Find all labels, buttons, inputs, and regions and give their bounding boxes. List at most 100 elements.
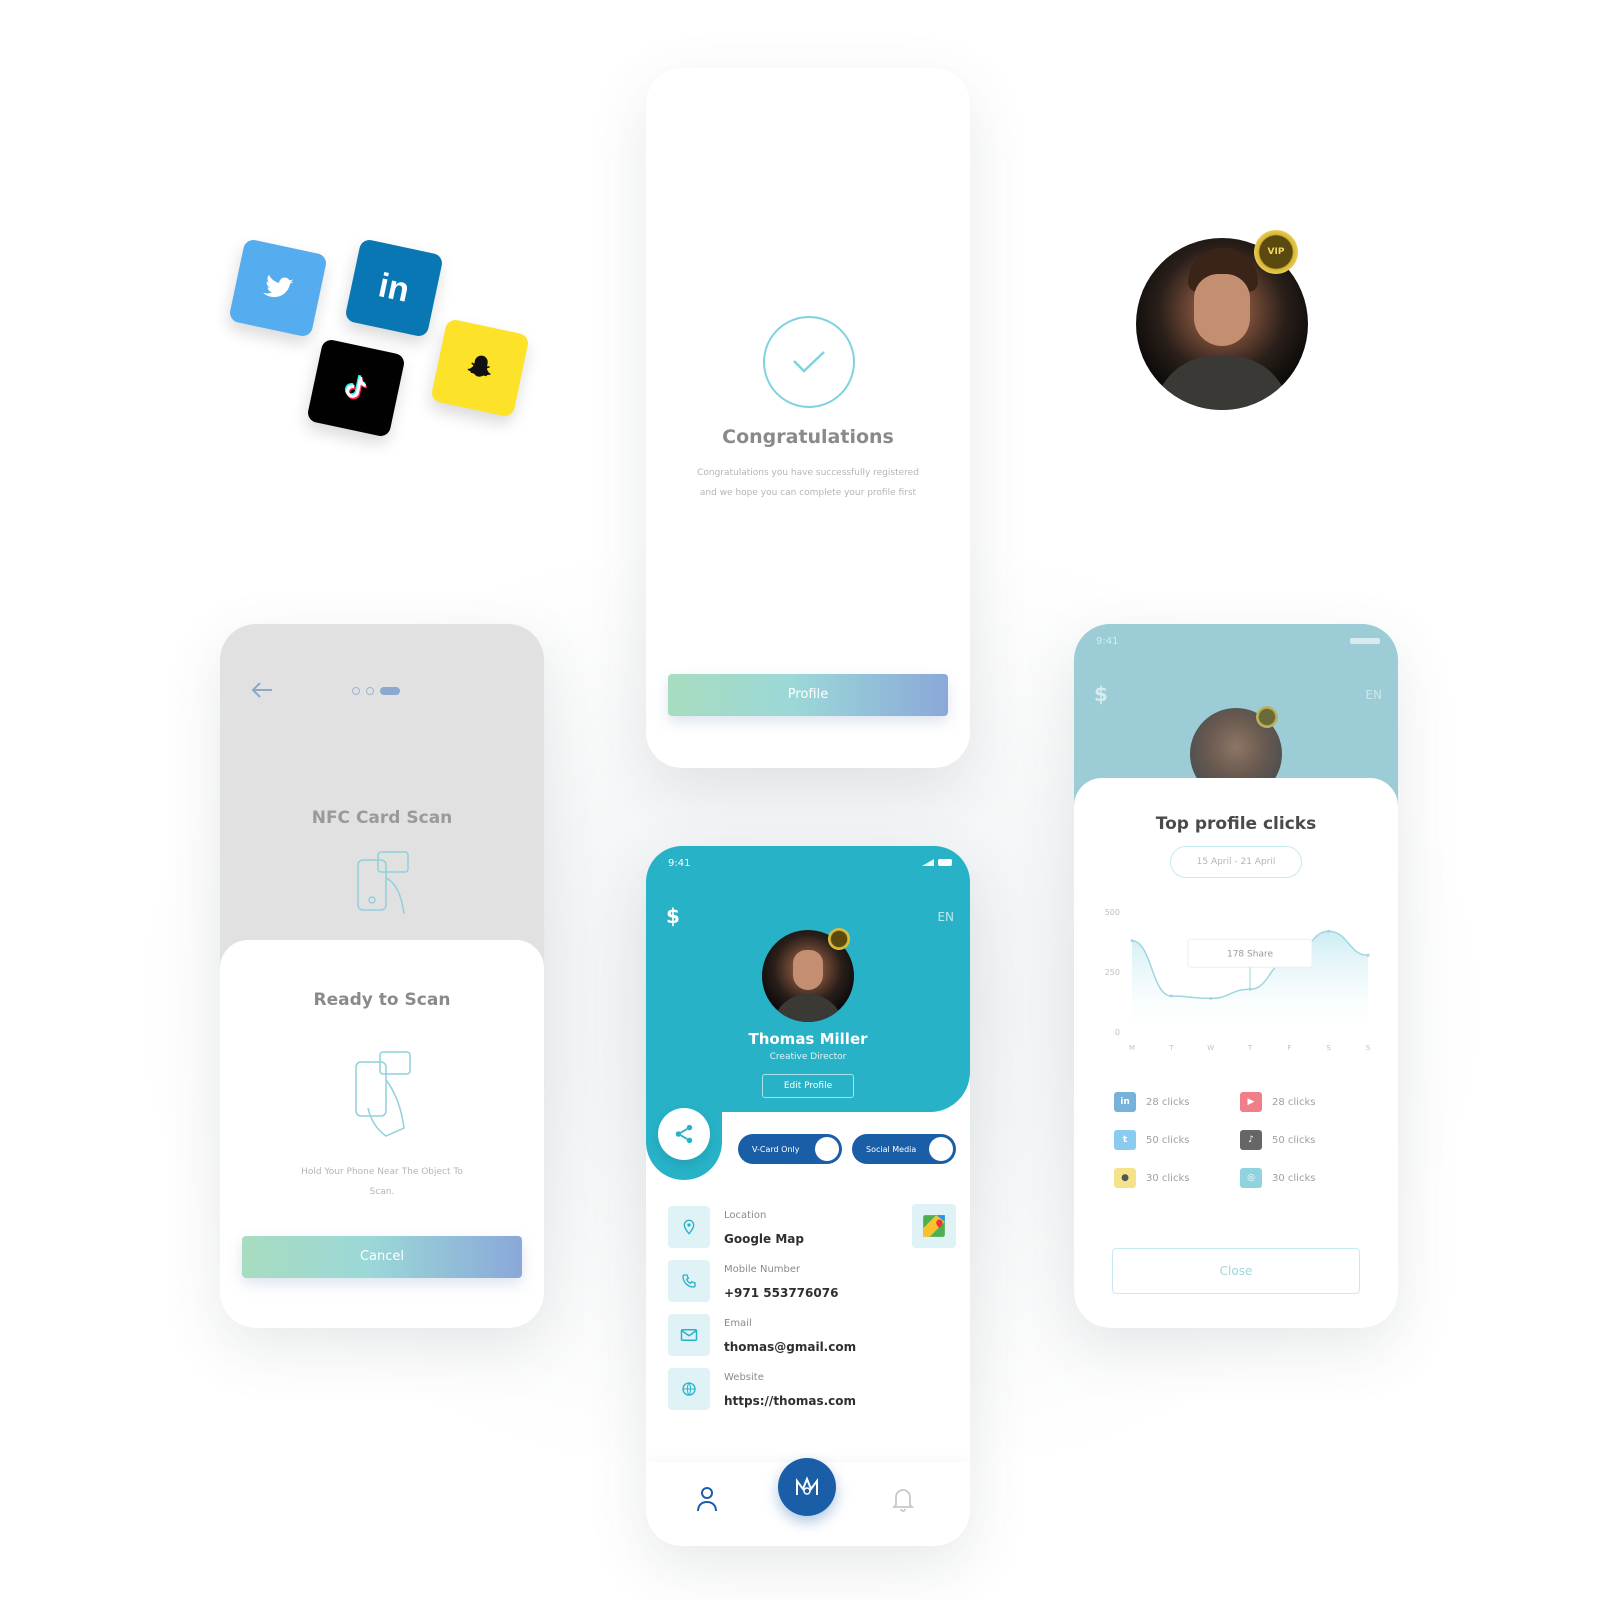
vcard-only-label: V-Card Only xyxy=(752,1144,800,1154)
scan-sheet-title: Ready to Scan xyxy=(313,990,451,1010)
snapchat-icon xyxy=(467,355,491,377)
back-arrow-icon[interactable] xyxy=(250,681,274,699)
signal-icon xyxy=(922,859,934,866)
status-time: 9:41 xyxy=(668,858,691,869)
twitter-icon: t xyxy=(1114,1130,1136,1150)
nfc-phone-illustration-icon xyxy=(357,851,409,915)
vip-badge: VIP xyxy=(1254,230,1298,274)
mobile-value[interactable]: +971 553776076 xyxy=(724,1286,838,1300)
congrats-title: Congratulations xyxy=(722,426,894,448)
location-label: Location xyxy=(724,1210,767,1221)
phone-icon xyxy=(682,1274,696,1288)
stats-status-time: 9:41 xyxy=(1096,636,1119,647)
x-tick-label: F xyxy=(1287,1044,1291,1052)
globe-icon xyxy=(682,1382,696,1396)
x-tick-label: W xyxy=(1207,1044,1214,1052)
linkedin-icon: in xyxy=(375,265,413,310)
avatar-face xyxy=(1194,274,1250,346)
vcard-only-toggle[interactable]: V-Card Only xyxy=(738,1134,842,1164)
google-map-button[interactable] xyxy=(912,1204,956,1248)
stat-tiktok-clicks: 50 clicks xyxy=(1272,1134,1316,1146)
stat-snapchat: ● 30 clicks xyxy=(1114,1168,1189,1188)
clicks-area-chart: 500 250 0 178 Share M T W T F S S xyxy=(1105,908,1371,1052)
stat-youtube: ▶ 28 clicks xyxy=(1240,1092,1315,1112)
chart-data-point xyxy=(1327,929,1331,933)
stats-screen: 9:41 $ EN Top profile clicks 15 April - … xyxy=(1074,624,1398,1328)
location-pin-icon xyxy=(683,1219,695,1235)
success-check-icon xyxy=(763,316,855,408)
email-row-icon xyxy=(668,1314,710,1356)
x-tick-label: S xyxy=(1366,1044,1371,1052)
battery-icon xyxy=(938,859,952,866)
x-tick-label: M xyxy=(1129,1044,1135,1052)
globe-icon: ◎ xyxy=(1240,1168,1262,1188)
google-maps-icon xyxy=(923,1215,945,1237)
stat-snapchat-clicks: 30 clicks xyxy=(1146,1172,1190,1184)
social-media-toggle[interactable]: Social Media xyxy=(852,1134,956,1164)
location-value[interactable]: Google Map xyxy=(724,1232,804,1246)
stat-tiktok: ♪ 50 clicks xyxy=(1240,1130,1315,1150)
website-value[interactable]: https://thomas.com xyxy=(724,1394,856,1408)
stat-website: ◎ 30 clicks xyxy=(1240,1168,1315,1188)
profile-name: Thomas Miller xyxy=(748,1030,868,1048)
chart-tooltip-label: 178 Share xyxy=(1227,949,1273,959)
profile-role: Creative Director xyxy=(769,1052,847,1062)
stat-linkedin-clicks: 28 clicks xyxy=(1146,1096,1190,1108)
currency-icon[interactable]: $ xyxy=(666,904,680,928)
website-row-icon xyxy=(668,1368,710,1410)
chart-data-point xyxy=(1209,996,1213,1000)
y-tick-label: 250 xyxy=(1105,968,1120,977)
website-label: Website xyxy=(724,1372,764,1383)
x-tick-label: T xyxy=(1247,1044,1253,1052)
avatar-face xyxy=(793,950,823,990)
y-tick-label: 0 xyxy=(1115,1028,1120,1037)
stats-sheet: Top profile clicks 15 April - 21 April 5… xyxy=(1074,778,1398,1328)
tiktok-tile xyxy=(306,338,406,438)
social-media-label: Social Media xyxy=(866,1144,917,1154)
twitter-tile xyxy=(228,238,328,338)
share-icon xyxy=(675,1124,693,1144)
close-button[interactable]: Close xyxy=(1112,1248,1360,1294)
tiktok-icon xyxy=(344,374,368,400)
stat-linkedin: in 28 clicks xyxy=(1114,1092,1189,1112)
x-tick-label: T xyxy=(1168,1044,1174,1052)
page-dot-2 xyxy=(366,687,374,695)
congrats-body: Congratulations you have successfully re… xyxy=(697,468,919,498)
mail-icon xyxy=(680,1329,698,1341)
twitter-icon xyxy=(262,274,294,298)
profile-button[interactable]: Profile xyxy=(668,674,948,716)
page-dot-1 xyxy=(352,687,360,695)
vip-badge-label: VIP xyxy=(1267,247,1285,257)
page-dot-active xyxy=(380,687,400,695)
congratulations-screen: Congratulations Congratulations you have… xyxy=(646,68,970,768)
chart-data-point xyxy=(1130,939,1134,943)
snapchat-tile xyxy=(430,318,530,418)
share-button[interactable] xyxy=(658,1108,710,1160)
linkedin-icon: in xyxy=(1114,1092,1136,1112)
nav-home-button[interactable] xyxy=(778,1458,836,1516)
toggle-knob xyxy=(815,1137,839,1161)
stats-vip-badge xyxy=(1256,706,1278,728)
edit-profile-button[interactable]: Edit Profile xyxy=(762,1074,854,1098)
mobile-label: Mobile Number xyxy=(724,1264,801,1275)
cancel-button[interactable]: Cancel xyxy=(242,1236,522,1278)
nav-profile-icon[interactable] xyxy=(696,1486,718,1512)
tiktok-icon: ♪ xyxy=(1240,1130,1262,1150)
language-selector[interactable]: EN xyxy=(937,910,954,924)
email-value[interactable]: thomas@gmail.com xyxy=(724,1340,856,1354)
location-row-icon xyxy=(668,1206,710,1248)
y-tick-label: 500 xyxy=(1105,908,1120,917)
nfc-scan-screen: NFC Card Scan Ready to Scan Hold Your Ph… xyxy=(220,624,544,1328)
status-icons xyxy=(922,859,952,866)
stats-currency-icon[interactable]: $ xyxy=(1094,682,1108,706)
x-tick-label: S xyxy=(1326,1044,1331,1052)
date-range-pill[interactable]: 15 April - 21 April xyxy=(1170,846,1302,878)
app-logo-icon xyxy=(796,1476,818,1495)
stats-status-icons xyxy=(1350,638,1380,644)
linkedin-tile: in xyxy=(344,238,444,338)
stats-language-selector[interactable]: EN xyxy=(1365,688,1382,702)
chart-data-point xyxy=(1366,953,1370,957)
toggle-knob xyxy=(929,1137,953,1161)
nav-bell-icon[interactable] xyxy=(892,1486,914,1512)
nfc-title: NFC Card Scan xyxy=(311,808,453,828)
